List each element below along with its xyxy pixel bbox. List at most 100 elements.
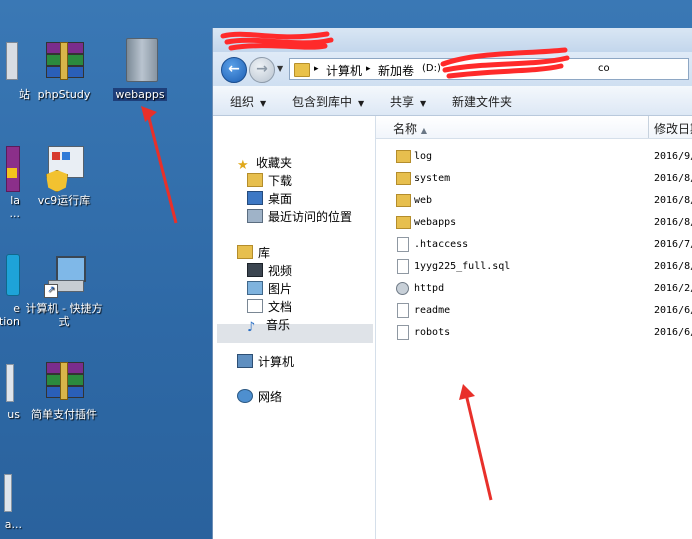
nav-network[interactable]: 网络	[237, 388, 282, 405]
new-folder-button[interactable]: 新建文件夹	[452, 93, 512, 110]
nav-music-label: 音乐	[266, 318, 291, 332]
desktop-icon-partial-2[interactable]: la ...	[0, 146, 20, 220]
desktop-icon-label-2: ...	[9, 207, 21, 220]
share-label: 共享	[390, 95, 415, 109]
file-row[interactable]: log 2016/9/	[376, 146, 692, 168]
file-name: robots	[414, 327, 451, 338]
nav-documents[interactable]: 文档	[247, 298, 292, 315]
file-row[interactable]: system 2016/8/	[376, 168, 692, 190]
column-header-name[interactable]: 名称 ▲	[393, 120, 427, 137]
file-date: 2016/7/	[654, 239, 692, 250]
file-icon	[397, 303, 409, 318]
file-name: .htaccess	[414, 239, 469, 250]
desktop-icon-label: phpStudy	[37, 88, 91, 101]
file-row[interactable]: .htaccess 2016/7/	[376, 234, 692, 256]
chevron-right-icon: ▸	[366, 64, 371, 74]
chevron-down-icon: ▼	[260, 99, 267, 108]
desktop-icon-label: la	[10, 194, 20, 207]
desktop-icon	[247, 191, 263, 205]
column-name-label: 名称	[393, 122, 418, 136]
column-divider[interactable]	[648, 116, 649, 138]
breadcrumb-drive[interactable]: (D:)	[422, 63, 441, 74]
app-icon	[6, 146, 26, 192]
address-input[interactable]: ▸ 计算机 ▸ 新加卷 (D:) co	[289, 58, 689, 80]
forward-button[interactable]: →	[249, 57, 275, 83]
chevron-right-icon: ▸	[314, 64, 319, 74]
file-icon	[397, 259, 409, 274]
network-icon	[237, 389, 253, 403]
nav-pictures-label: 图片	[268, 282, 293, 296]
file-name: system	[414, 173, 451, 184]
nav-desktop[interactable]: 桌面	[247, 190, 292, 207]
gear-icon	[396, 282, 409, 295]
bin-icon	[6, 40, 26, 84]
file-row[interactable]: webapps 2016/8/	[376, 212, 692, 234]
sort-ascending-icon: ▲	[420, 126, 427, 135]
recent-places-icon	[247, 209, 263, 223]
desktop-icon-label: vc9运行库	[37, 194, 91, 207]
desktop-icon-phpstudy[interactable]: phpStudy	[24, 40, 104, 101]
address-bar-area: ← → ▼ ▸ 计算机 ▸ 新加卷 (D:) co	[213, 52, 692, 86]
nav-recent-label: 最近访问的位置	[268, 210, 353, 224]
computer-icon: ↗	[42, 254, 86, 298]
nav-videos[interactable]: 视频	[247, 262, 292, 279]
picture-icon	[247, 281, 263, 295]
share-menu[interactable]: 共享 ▼	[390, 93, 426, 110]
file-row[interactable]: readme 2016/6/	[376, 300, 692, 322]
back-button[interactable]: ←	[221, 57, 247, 83]
breadcrumb-computer[interactable]: 计算机	[326, 62, 362, 79]
nav-downloads[interactable]: 下载	[247, 172, 292, 189]
breadcrumb-volume[interactable]: 新加卷	[378, 62, 414, 79]
breadcrumb-folder[interactable]: co	[598, 63, 610, 74]
desktop-icon-vc9[interactable]: vc9运行库	[24, 146, 104, 207]
folder-icon	[396, 172, 411, 185]
file-name: 1yyg225_full.sql	[414, 261, 511, 272]
file-icon	[397, 237, 409, 252]
nav-music[interactable]: ♪ 音乐	[247, 316, 291, 335]
file-date: 2016/8/	[654, 173, 692, 184]
nav-favorites[interactable]: ★ 收藏夹	[237, 154, 292, 173]
file-row[interactable]: robots 2016/6/	[376, 322, 692, 344]
desktop-icon-partial-3[interactable]: e tion	[0, 254, 20, 328]
history-dropdown-icon[interactable]: ▼	[277, 64, 283, 73]
arrow-left-icon: ←	[228, 61, 240, 77]
folder-icon	[118, 38, 162, 84]
desktop-icon-partial-5[interactable]: a...	[0, 470, 22, 531]
desktop-icon-label-2: tion	[0, 315, 20, 328]
music-icon: ♪	[247, 320, 256, 335]
desktop-icon-partial-4[interactable]: us	[0, 360, 20, 421]
window-titlebar[interactable]	[213, 28, 692, 52]
winrar-icon	[42, 360, 86, 404]
nav-documents-label: 文档	[268, 300, 293, 314]
column-headers: 名称 ▲ 修改日期	[376, 116, 692, 139]
nav-libraries[interactable]: 库	[237, 244, 270, 261]
desktop-icon-computer-shortcut[interactable]: ↗ 计算机 - 快捷方式	[24, 254, 104, 328]
nav-downloads-label: 下载	[268, 174, 293, 188]
nav-network-label: 网络	[258, 390, 283, 404]
desktop-icon-label: us	[7, 408, 20, 421]
folder-icon	[396, 150, 411, 163]
computer-icon	[237, 354, 253, 368]
nav-pictures[interactable]: 图片	[247, 280, 292, 297]
file-name: webapps	[414, 217, 457, 228]
desktop-icon-webapps[interactable]: webapps	[100, 38, 180, 101]
folder-icon	[396, 216, 411, 229]
navigation-pane: ★ 收藏夹 下载 桌面 最近访问的位置 库 视频 图片 文档 ♪ 音乐 计算机 网络	[213, 116, 376, 539]
nav-libraries-label: 库	[258, 246, 271, 260]
chevron-down-icon: ▼	[358, 99, 365, 108]
file-date: 2016/9/	[654, 151, 692, 162]
desktop-icon-payment-plugin[interactable]: 简单支付插件	[24, 360, 104, 421]
app-icon	[6, 360, 26, 404]
file-date: 2016/6/	[654, 327, 692, 338]
file-row[interactable]: httpd 2016/2/	[376, 278, 692, 300]
nav-recent[interactable]: 最近访问的位置	[247, 208, 352, 225]
include-in-library-menu[interactable]: 包含到库中 ▼	[292, 93, 364, 110]
nav-computer[interactable]: 计算机	[237, 353, 294, 370]
file-row[interactable]: web 2016/8/	[376, 190, 692, 212]
arrow-right-icon: →	[256, 61, 268, 77]
file-row[interactable]: 1yyg225_full.sql 2016/8/	[376, 256, 692, 278]
file-date: 2016/6/	[654, 305, 692, 316]
organize-menu[interactable]: 组织 ▼	[230, 93, 266, 110]
column-header-modified[interactable]: 修改日期	[654, 120, 692, 137]
explorer-window[interactable]: ← → ▼ ▸ 计算机 ▸ 新加卷 (D:) co 组织 ▼ 包含到库中 ▼ 共享 ▼…	[212, 28, 692, 539]
